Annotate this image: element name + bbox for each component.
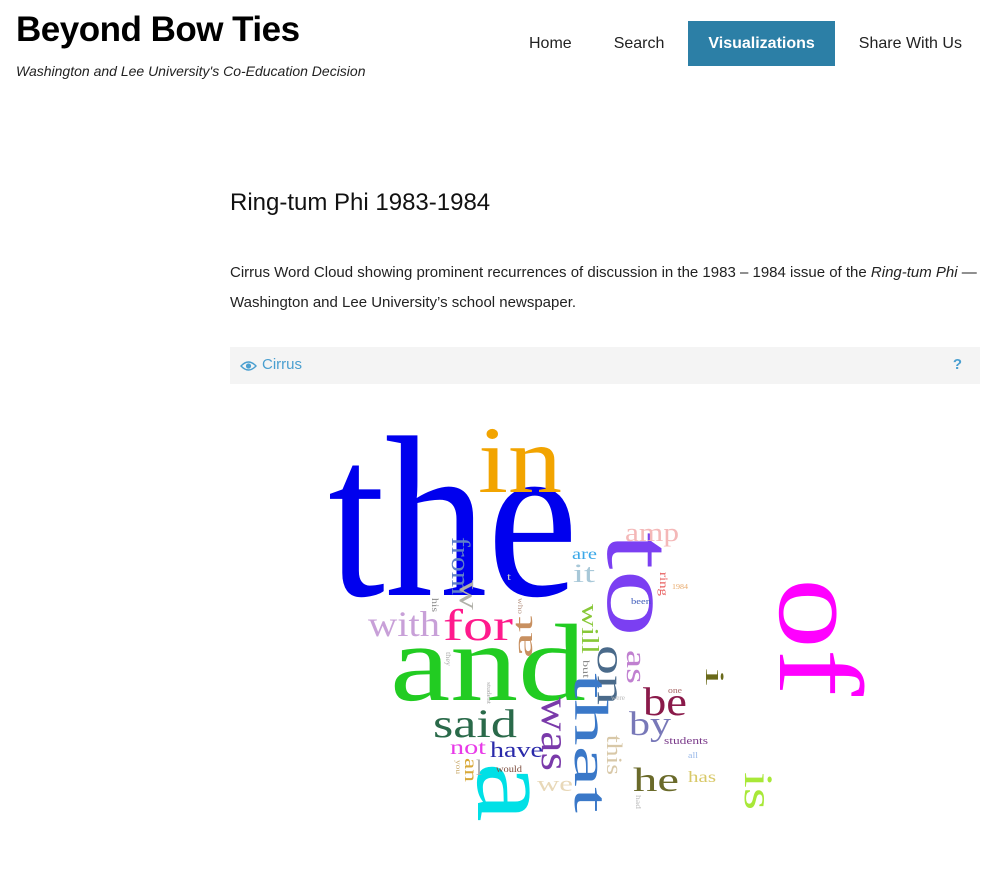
cloud-word[interactable]: who [516, 598, 524, 615]
cloud-word[interactable]: is [736, 772, 781, 810]
cloud-word[interactable]: would [496, 764, 523, 774]
cloud-word[interactable]: one [668, 686, 683, 695]
cloud-word[interactable]: had [634, 795, 642, 810]
cloud-word[interactable]: has [688, 769, 716, 786]
cloud-word[interactable]: i [700, 668, 729, 686]
cloud-word[interactable]: this [602, 735, 627, 775]
cloud-word[interactable]: 1984 [672, 583, 689, 591]
cloud-word[interactable]: with [368, 604, 440, 644]
cloud-word[interactable]: it [573, 559, 596, 588]
cloud-word[interactable]: were [611, 694, 625, 702]
cloud-word[interactable]: students [664, 736, 708, 747]
cloud-word[interactable]: in [478, 407, 562, 513]
cloud-word[interactable]: ring [657, 572, 671, 596]
cloud-word[interactable]: have [490, 737, 543, 762]
cloud-word[interactable]: l [476, 755, 482, 780]
cloud-word[interactable]: at [508, 616, 539, 658]
cloud-word[interactable]: his [430, 598, 440, 613]
cloud-word[interactable]: student [485, 682, 491, 704]
cloud-word[interactable]: all [688, 751, 699, 760]
cloud-word[interactable]: we [537, 771, 573, 796]
cloud-word[interactable]: amp [625, 518, 679, 547]
word-cloud: the in to of and a for with from w at am… [328, 390, 887, 822]
cloud-word[interactable]: he [633, 762, 679, 799]
cloud-word[interactable]: t [507, 572, 511, 583]
cloud-word[interactable]: w [453, 580, 484, 611]
cloud-word[interactable]: but [581, 660, 591, 679]
cloud-word[interactable]: been [631, 597, 651, 606]
cloud-word[interactable]: they [444, 652, 452, 667]
cloud-word[interactable]: of [754, 578, 887, 696]
cloud-word[interactable]: you [454, 760, 462, 775]
